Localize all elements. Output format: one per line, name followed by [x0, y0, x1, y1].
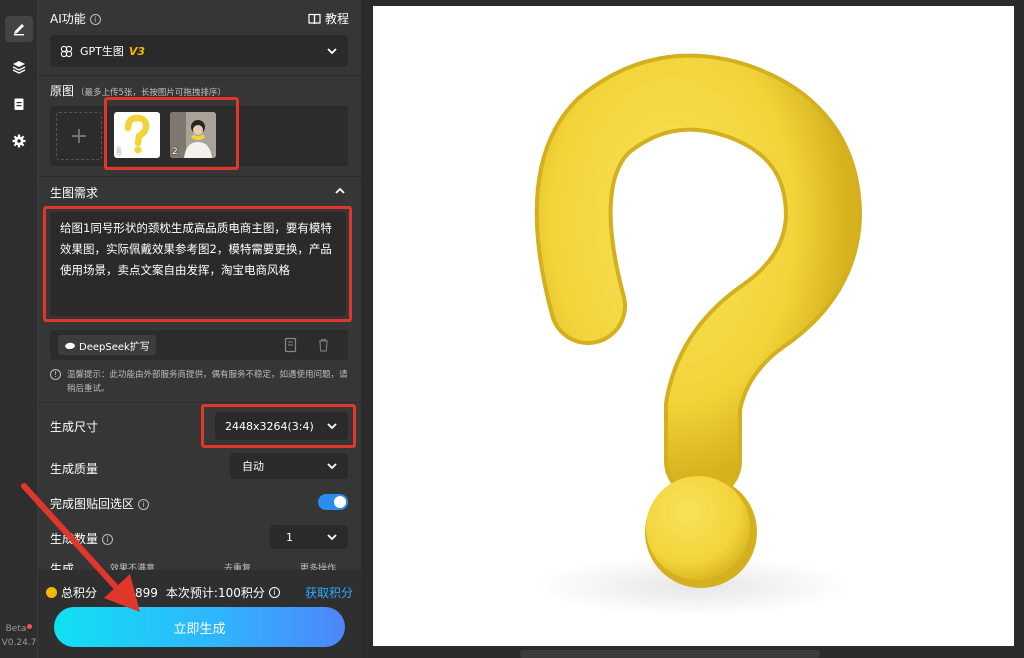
settings-panel: AI功能 i 教程 GPT生图 V3 原图 （最多上传5张，长按图片可拖拽排序） +…	[21, 0, 361, 658]
highlight-box-images	[104, 97, 239, 170]
clipboard-icon[interactable]	[5, 91, 33, 117]
pencil-icon[interactable]	[5, 16, 33, 42]
chevron-down-icon	[327, 463, 337, 470]
quality-label: 生成质量	[50, 462, 99, 476]
chevron-up-icon[interactable]	[334, 185, 346, 197]
gear-icon[interactable]	[5, 128, 33, 154]
info-icon[interactable]: i	[89, 14, 101, 25]
layers-icon[interactable]	[5, 54, 33, 80]
model-select[interactable]: GPT生图 V3	[50, 35, 348, 67]
version-label: V0.24.7	[1, 638, 37, 648]
divider	[38, 176, 361, 177]
add-image-button[interactable]: +	[56, 112, 102, 160]
tutorial-link[interactable]: 教程	[308, 10, 349, 27]
canvas-scrollbar[interactable]	[520, 650, 820, 658]
get-points-link[interactable]: 获取积分	[305, 584, 353, 601]
chevron-down-icon	[327, 534, 337, 541]
count-select[interactable]: 1	[270, 525, 348, 549]
beta-label: Beta	[0, 624, 38, 634]
highlight-box-prompt	[43, 206, 352, 322]
ai-function-title: AI功能 i	[50, 10, 101, 27]
prompt-title: 生图需求	[50, 186, 99, 200]
annotation-arrow	[21, 483, 140, 612]
chevron-down-icon	[327, 48, 337, 55]
question-mark-pillow-image	[533, 53, 862, 616]
highlight-box-size	[201, 404, 356, 448]
model-icon	[60, 45, 73, 57]
paste-back-toggle[interactable]	[318, 494, 348, 510]
trash-icon[interactable]	[317, 338, 330, 352]
info-icon[interactable]: i	[268, 587, 280, 598]
deepseek-expand-button[interactable]: DeepSeek扩写	[58, 335, 156, 355]
history-icon[interactable]	[284, 337, 298, 353]
preview-canvas[interactable]	[373, 6, 1014, 646]
app-window: Beta V0.24.7 AI功能 i 教程 GPT生图 V3 原图 （最多上传5张…	[0, 0, 1024, 658]
model-version: V3	[128, 44, 146, 58]
divider	[38, 75, 361, 76]
quality-select[interactable]: 自动	[230, 453, 348, 479]
model-name: GPT生图	[80, 45, 124, 58]
info-icon: !	[50, 369, 61, 380]
whale-icon	[65, 342, 75, 349]
divider	[38, 402, 361, 403]
size-label: 生成尺寸	[50, 420, 99, 434]
book-icon	[308, 13, 321, 24]
service-notice: ! 温馨提示：此功能由外部服务商提供，偶有服务不稳定，如遇使用问题，请稍后重试。	[50, 368, 348, 396]
